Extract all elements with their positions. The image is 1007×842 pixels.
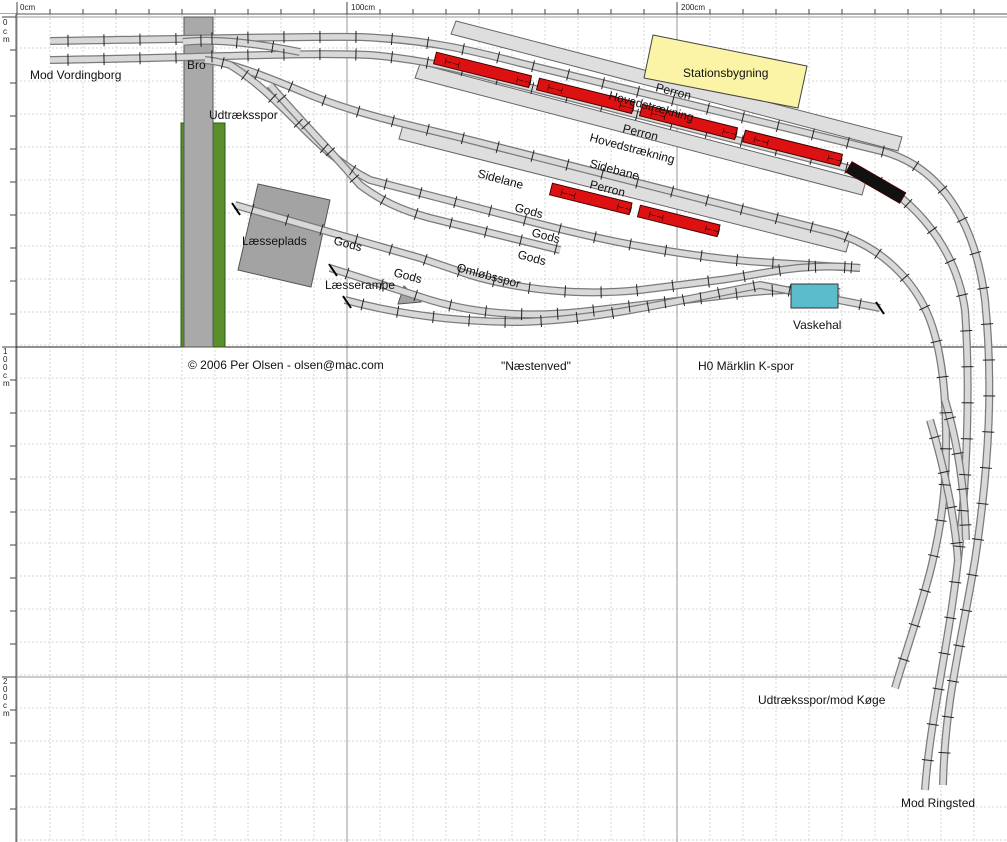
label-mod-ringsted: Mod Ringsted	[901, 796, 975, 810]
track-tie	[976, 502, 989, 505]
ruler-left-0-c: m	[3, 35, 10, 44]
track-tie	[939, 412, 952, 414]
label-bro: Bro	[187, 58, 206, 72]
track-tie	[981, 323, 994, 325]
track-tie	[941, 715, 954, 719]
label-vaskehal: Vaskehal	[793, 318, 841, 332]
footer: © 2006 Per Olsen - olsen@mac.com "Næsten…	[188, 358, 794, 373]
label-udtraeksspor: Udtræksspor	[209, 108, 278, 122]
track-tie	[979, 466, 992, 469]
footer-scale: H0 Märklin K-spor	[698, 359, 794, 373]
left-ruler: 0 c m 1 0 0 c m 2 0 0 c m	[0, 14, 17, 842]
label-sidelane: Sidelane	[476, 166, 525, 192]
track-tie	[982, 431, 995, 433]
track-tie	[814, 260, 817, 273]
track-tie	[959, 524, 972, 526]
ruler-left-0-a: 0	[3, 18, 8, 27]
label-omloebsspor: Omløbsspor	[455, 260, 522, 290]
label-gods-5: Gods	[392, 265, 423, 286]
track-tie	[959, 473, 972, 476]
track-tie	[735, 254, 739, 267]
ruler-top-100: 100cm	[351, 3, 375, 12]
ruler-left-200-e: m	[3, 709, 10, 718]
ruler-top-200: 200cm	[681, 3, 705, 12]
label-mod-vordingborg: Mod Vordingborg	[30, 68, 121, 82]
ruler-top-0: 0cm	[20, 3, 35, 12]
footer-copyright: © 2006 Per Olsen - olsen@mac.com	[188, 358, 384, 372]
track-tie	[390, 32, 393, 46]
track-tie	[468, 314, 471, 327]
labels: Mod Vordingborg Bro Udtræksspor Læssepla…	[30, 58, 975, 810]
label-stationsbygning: Stationsbygning	[683, 66, 768, 80]
track-tie	[938, 751, 951, 754]
track-tie	[432, 310, 435, 323]
top-ruler: 0cm 100cm 200cm	[0, 0, 1007, 15]
track-plan-drawing: 0cm 100cm 200cm 0 c m 1 0 0 c m 2 0 0 c …	[0, 0, 1007, 842]
track-tie	[635, 284, 639, 297]
ruler-left-100-e: m	[3, 379, 10, 388]
label-udtraeksspor-koege: Udtræksspor/mod Køge	[758, 693, 886, 707]
label-laesserampe: Læsserampe	[325, 278, 395, 292]
track-plan-canvas: 0cm 100cm 200cm 0 c m 1 0 0 c m 2 0 0 c …	[0, 0, 1007, 842]
footer-layout-name: "Næstenved"	[501, 359, 571, 373]
track-tie	[484, 305, 487, 318]
track-tie	[771, 284, 774, 297]
track-tie	[564, 285, 566, 298]
track-tie	[772, 256, 774, 269]
track-tie	[556, 307, 559, 320]
label-laesseplads: Læsseplads	[242, 234, 307, 248]
wash-hall	[790, 283, 839, 309]
track-tie	[960, 330, 973, 332]
label-gods-3: Gods	[516, 247, 547, 268]
